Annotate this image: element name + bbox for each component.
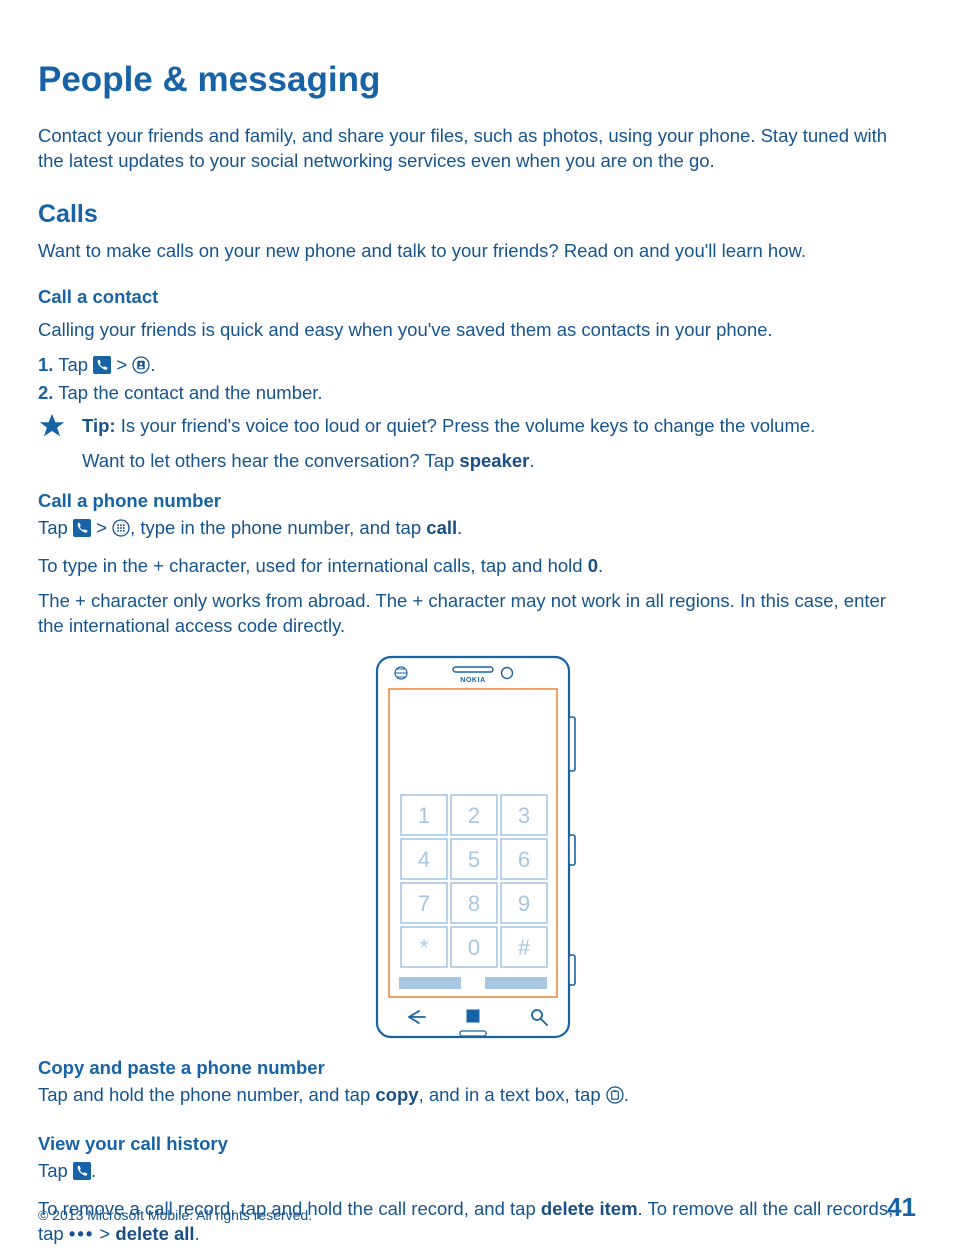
hist-rem-all: delete all xyxy=(115,1223,194,1244)
call-contact-intro: Calling your friends is quick and easy w… xyxy=(38,318,916,343)
tip-2-speaker: speaker xyxy=(459,450,529,471)
phone-tile-icon xyxy=(73,1162,91,1187)
copy-a: Tap and hold the phone number, and tap xyxy=(38,1084,375,1105)
svg-text:#: # xyxy=(518,935,531,960)
svg-text:6: 6 xyxy=(518,847,530,872)
svg-text:1: 1 xyxy=(418,803,430,828)
more-icon: ••• xyxy=(69,1223,94,1244)
step-1-text-a: Tap xyxy=(58,354,93,375)
page-number: 41 xyxy=(887,1192,916,1223)
subhead-call-contact: Call a contact xyxy=(38,286,916,308)
step-1-num: 1. xyxy=(38,354,53,375)
tip-block: Tip: Is your friend's voice too loud or … xyxy=(38,414,916,484)
svg-text:*: * xyxy=(420,935,429,960)
subhead-history: View your call history xyxy=(38,1133,916,1155)
paste-circle-icon xyxy=(606,1086,624,1111)
dialpad-circle-icon xyxy=(112,519,130,544)
call-number-line1: Tap > , type in the phone number, and ta… xyxy=(38,516,916,544)
copy-b: , and in a text box, tap xyxy=(419,1084,606,1105)
page-title: People & messaging xyxy=(38,60,916,100)
svg-text:4: 4 xyxy=(418,847,430,872)
svg-text:8: 8 xyxy=(468,891,480,916)
copy-line: Tap and hold the phone number, and tap c… xyxy=(38,1083,916,1111)
footer: © 2013 Microsoft Mobile. All rights rese… xyxy=(38,1192,916,1223)
hist-tap-b: . xyxy=(91,1160,96,1181)
call-number-line3: The + character only works from abroad. … xyxy=(38,589,916,639)
call-number-line2: To type in the + character, used for int… xyxy=(38,554,916,579)
hist-rem-c: . xyxy=(195,1223,200,1244)
step-1-end: . xyxy=(150,354,155,375)
contacts-circle-icon xyxy=(132,356,150,381)
section-calls: Calls xyxy=(38,200,916,229)
step-2-text: Tap the contact and the number. xyxy=(53,382,322,403)
svg-text:2: 2 xyxy=(468,803,480,828)
copy-copy: copy xyxy=(375,1084,418,1105)
tip-2-c: . xyxy=(529,450,534,471)
calls-intro: Want to make calls on your new phone and… xyxy=(38,239,916,264)
cn1-c: . xyxy=(457,517,462,538)
svg-text:0: 0 xyxy=(468,935,480,960)
chevron: > xyxy=(116,354,132,375)
tip-1: Is your friend's voice too loud or quiet… xyxy=(121,415,816,436)
copyright: © 2013 Microsoft Mobile. All rights rese… xyxy=(38,1207,312,1223)
subhead-call-number: Call a phone number xyxy=(38,490,916,512)
step-2: 2. Tap the contact and the number. xyxy=(38,381,916,406)
star-icon xyxy=(38,412,66,445)
subhead-copy: Copy and paste a phone number xyxy=(38,1057,916,1079)
cn1-a: Tap xyxy=(38,517,73,538)
phone-tile-icon xyxy=(93,356,111,381)
cn1-b: , type in the phone number, and tap xyxy=(130,517,426,538)
svg-text:5: 5 xyxy=(468,847,480,872)
cn2-zero: 0 xyxy=(588,555,598,576)
cn2-b: . xyxy=(598,555,603,576)
svg-text:7: 7 xyxy=(418,891,430,916)
tip-label: Tip: xyxy=(82,415,121,436)
cn1-call: call xyxy=(426,517,457,538)
history-tap: Tap . xyxy=(38,1159,916,1187)
copy-c: . xyxy=(624,1084,629,1105)
brand-label: NOKIA xyxy=(460,677,486,684)
phone-illustration: NOKIA 1 2 3 4 5 6 7 8 9 * 0 # xyxy=(38,655,916,1039)
step-1: 1. Tap > . xyxy=(38,353,916,381)
cn2-a: To type in the + character, used for int… xyxy=(38,555,588,576)
tip-2-a: Want to let others hear the conversation… xyxy=(82,450,459,471)
phone-tile-icon xyxy=(73,519,91,544)
hist-rem-gt: > xyxy=(94,1223,115,1244)
step-2-num: 2. xyxy=(38,382,53,403)
svg-text:9: 9 xyxy=(518,891,530,916)
intro-text: Contact your friends and family, and sha… xyxy=(38,124,916,174)
svg-text:3: 3 xyxy=(518,803,530,828)
chevron: > xyxy=(96,517,112,538)
hist-tap-a: Tap xyxy=(38,1160,73,1181)
